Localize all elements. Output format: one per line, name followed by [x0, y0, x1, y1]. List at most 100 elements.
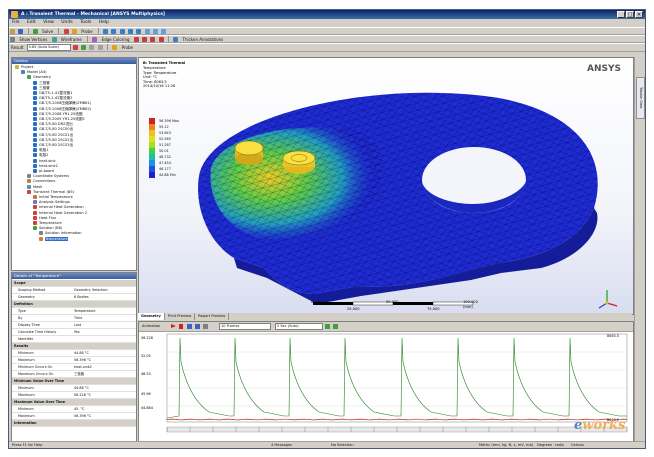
- menu-help[interactable]: Help: [96, 19, 112, 27]
- maximize-button[interactable]: □: [626, 11, 634, 18]
- details-category[interactable]: Scope: [12, 280, 136, 287]
- tree-node-icon: [27, 75, 31, 80]
- tabular-data-tab[interactable]: Tabular Data: [636, 77, 645, 119]
- iso-view-icon[interactable]: [144, 29, 150, 34]
- tree-node-icon: [33, 158, 37, 163]
- edge-coloring-button[interactable]: Edge Coloring: [100, 36, 132, 43]
- graph-panel: Animation 10 Frames 2 Sec (Auto) 56.228 …: [138, 321, 634, 443]
- open-icon[interactable]: [10, 29, 15, 34]
- tree-node-icon: [33, 91, 37, 95]
- tree-item-label: Internal Heat Generation 2: [39, 210, 88, 215]
- rotate-icon[interactable]: [103, 29, 109, 34]
- menu-view[interactable]: View: [40, 19, 57, 27]
- frames-combo[interactable]: 10 Frames: [219, 323, 271, 330]
- details-row[interactable]: Minimum 44.88 °C: [12, 385, 136, 392]
- box-zoom-icon[interactable]: [127, 29, 133, 34]
- tree-item-label: GB-T/5-80 DR2进出: [39, 122, 73, 127]
- edges-icon[interactable]: [81, 45, 87, 50]
- details-row[interactable]: Type Temperature: [12, 308, 136, 315]
- zoom-icon[interactable]: [119, 29, 125, 34]
- details-key: Geometry: [18, 295, 35, 299]
- minimize-button[interactable]: _: [617, 11, 625, 18]
- tree-item-label: Connections: [33, 179, 56, 184]
- tree-item-label: Model (A4): [27, 70, 47, 75]
- vertices-icon[interactable]: [10, 37, 15, 42]
- result-icon[interactable]: [63, 29, 69, 34]
- edge-icon-3[interactable]: [150, 37, 156, 42]
- save-icon[interactable]: [18, 29, 24, 34]
- status-messages[interactable]: 4 Messages: [271, 442, 292, 448]
- details-row[interactable]: Minimum 44.88 °C: [12, 350, 136, 357]
- details-row[interactable]: Maximum 56.228 °C: [12, 392, 136, 399]
- details-key: Minimum: [18, 407, 34, 411]
- result-scale-combo[interactable]: 0.85 (Auto Scale): [26, 44, 71, 51]
- menu-edit[interactable]: Edit: [24, 19, 39, 27]
- details-key: Minimum Occurs On: [18, 365, 53, 369]
- min-icon[interactable]: [97, 45, 103, 50]
- solve-button[interactable]: Solve: [40, 28, 55, 35]
- edge-coloring-icon[interactable]: [92, 37, 98, 42]
- tree-node-icon: [33, 195, 37, 199]
- details-key: Maximum Value Over Time: [14, 400, 66, 404]
- thicken-annotations-button[interactable]: Thicken Annotations: [181, 36, 226, 43]
- max-icon[interactable]: [89, 45, 95, 50]
- tab-geometry[interactable]: Geometry: [138, 313, 165, 320]
- tree-item-label: GB/T5-1-41整流管1: [39, 91, 73, 95]
- probe-icon[interactable]: [71, 29, 77, 34]
- details-row[interactable]: Geometry 6 Bodies: [12, 294, 136, 301]
- details-row[interactable]: Maximum Occurs On 三极管: [12, 371, 136, 378]
- view-next-icon[interactable]: [161, 29, 167, 34]
- stop-icon[interactable]: [179, 324, 183, 329]
- thicken-icon[interactable]: [173, 37, 179, 42]
- details-row[interactable]: Scoping Method Geometry Selection: [12, 287, 136, 294]
- details-row[interactable]: Display Time Last: [12, 322, 136, 329]
- export-video-icon[interactable]: [203, 324, 208, 329]
- graph-option-icon-2[interactable]: [333, 324, 338, 329]
- menu-file[interactable]: File: [9, 19, 23, 27]
- details-category[interactable]: Information: [12, 420, 136, 427]
- details-row[interactable]: Maximum 56.396 °C: [12, 357, 136, 364]
- details-category[interactable]: Maximum Value Over Time: [12, 399, 136, 406]
- details-key: Scope: [14, 281, 26, 285]
- menu-units[interactable]: Units: [58, 19, 76, 27]
- next-frame-icon[interactable]: [195, 324, 200, 329]
- view-previous-icon[interactable]: [152, 29, 158, 34]
- probe-button[interactable]: Probe: [79, 28, 94, 35]
- details-row[interactable]: Minimum Occurs On heat-sink2: [12, 364, 136, 371]
- graph-option-icon[interactable]: [325, 324, 330, 329]
- show-vertices-button[interactable]: Show Vertices: [17, 36, 49, 43]
- tab-print-preview[interactable]: Print Preview: [165, 313, 196, 320]
- details-category[interactable]: Minimum Value Over Time: [12, 378, 136, 385]
- probe-tool-button[interactable]: Probe: [120, 44, 135, 51]
- play-icon[interactable]: [171, 324, 176, 328]
- edge-icon-2[interactable]: [142, 37, 148, 42]
- edge-icon[interactable]: [133, 37, 139, 42]
- menu-tools[interactable]: Tools: [77, 19, 94, 27]
- duration-combo[interactable]: 2 Sec (Auto): [275, 323, 323, 330]
- details-row[interactable]: Minimum 45. °C: [12, 406, 136, 413]
- details-category[interactable]: Results: [12, 343, 136, 350]
- details-row[interactable]: Maximum 56.396 °C: [12, 413, 136, 420]
- details-value: 6 Bodies: [74, 295, 89, 299]
- previous-frame-icon[interactable]: [187, 324, 192, 329]
- contour-icon[interactable]: [72, 45, 78, 50]
- tree-item[interactable]: Temperature: [39, 236, 68, 242]
- graphics-viewport[interactable]: B: Transient Thermal Temperature Type: T…: [138, 57, 634, 315]
- details-row[interactable]: By Time: [12, 315, 136, 322]
- tree-item-label: Temperature: [39, 221, 62, 225]
- tab-report-preview[interactable]: Report Preview: [195, 313, 230, 320]
- fit-icon[interactable]: [136, 29, 142, 34]
- pan-icon[interactable]: [111, 29, 117, 34]
- wireframe-icon[interactable]: [51, 37, 57, 42]
- details-row[interactable]: Calculate Time History Yes: [12, 329, 136, 336]
- tree-node-icon: [33, 163, 37, 168]
- details-row[interactable]: Identifier: [12, 336, 136, 343]
- wireframe-button[interactable]: Wireframe: [59, 36, 84, 43]
- scale-label-25: 25.000: [347, 307, 360, 311]
- solve-icon[interactable]: [32, 29, 38, 34]
- details-category[interactable]: Definition: [12, 301, 136, 308]
- probe-tool-icon[interactable]: [112, 45, 118, 50]
- close-button[interactable]: ✕: [635, 11, 643, 18]
- details-key: Results: [14, 344, 29, 348]
- edge-icon-4[interactable]: [158, 37, 164, 42]
